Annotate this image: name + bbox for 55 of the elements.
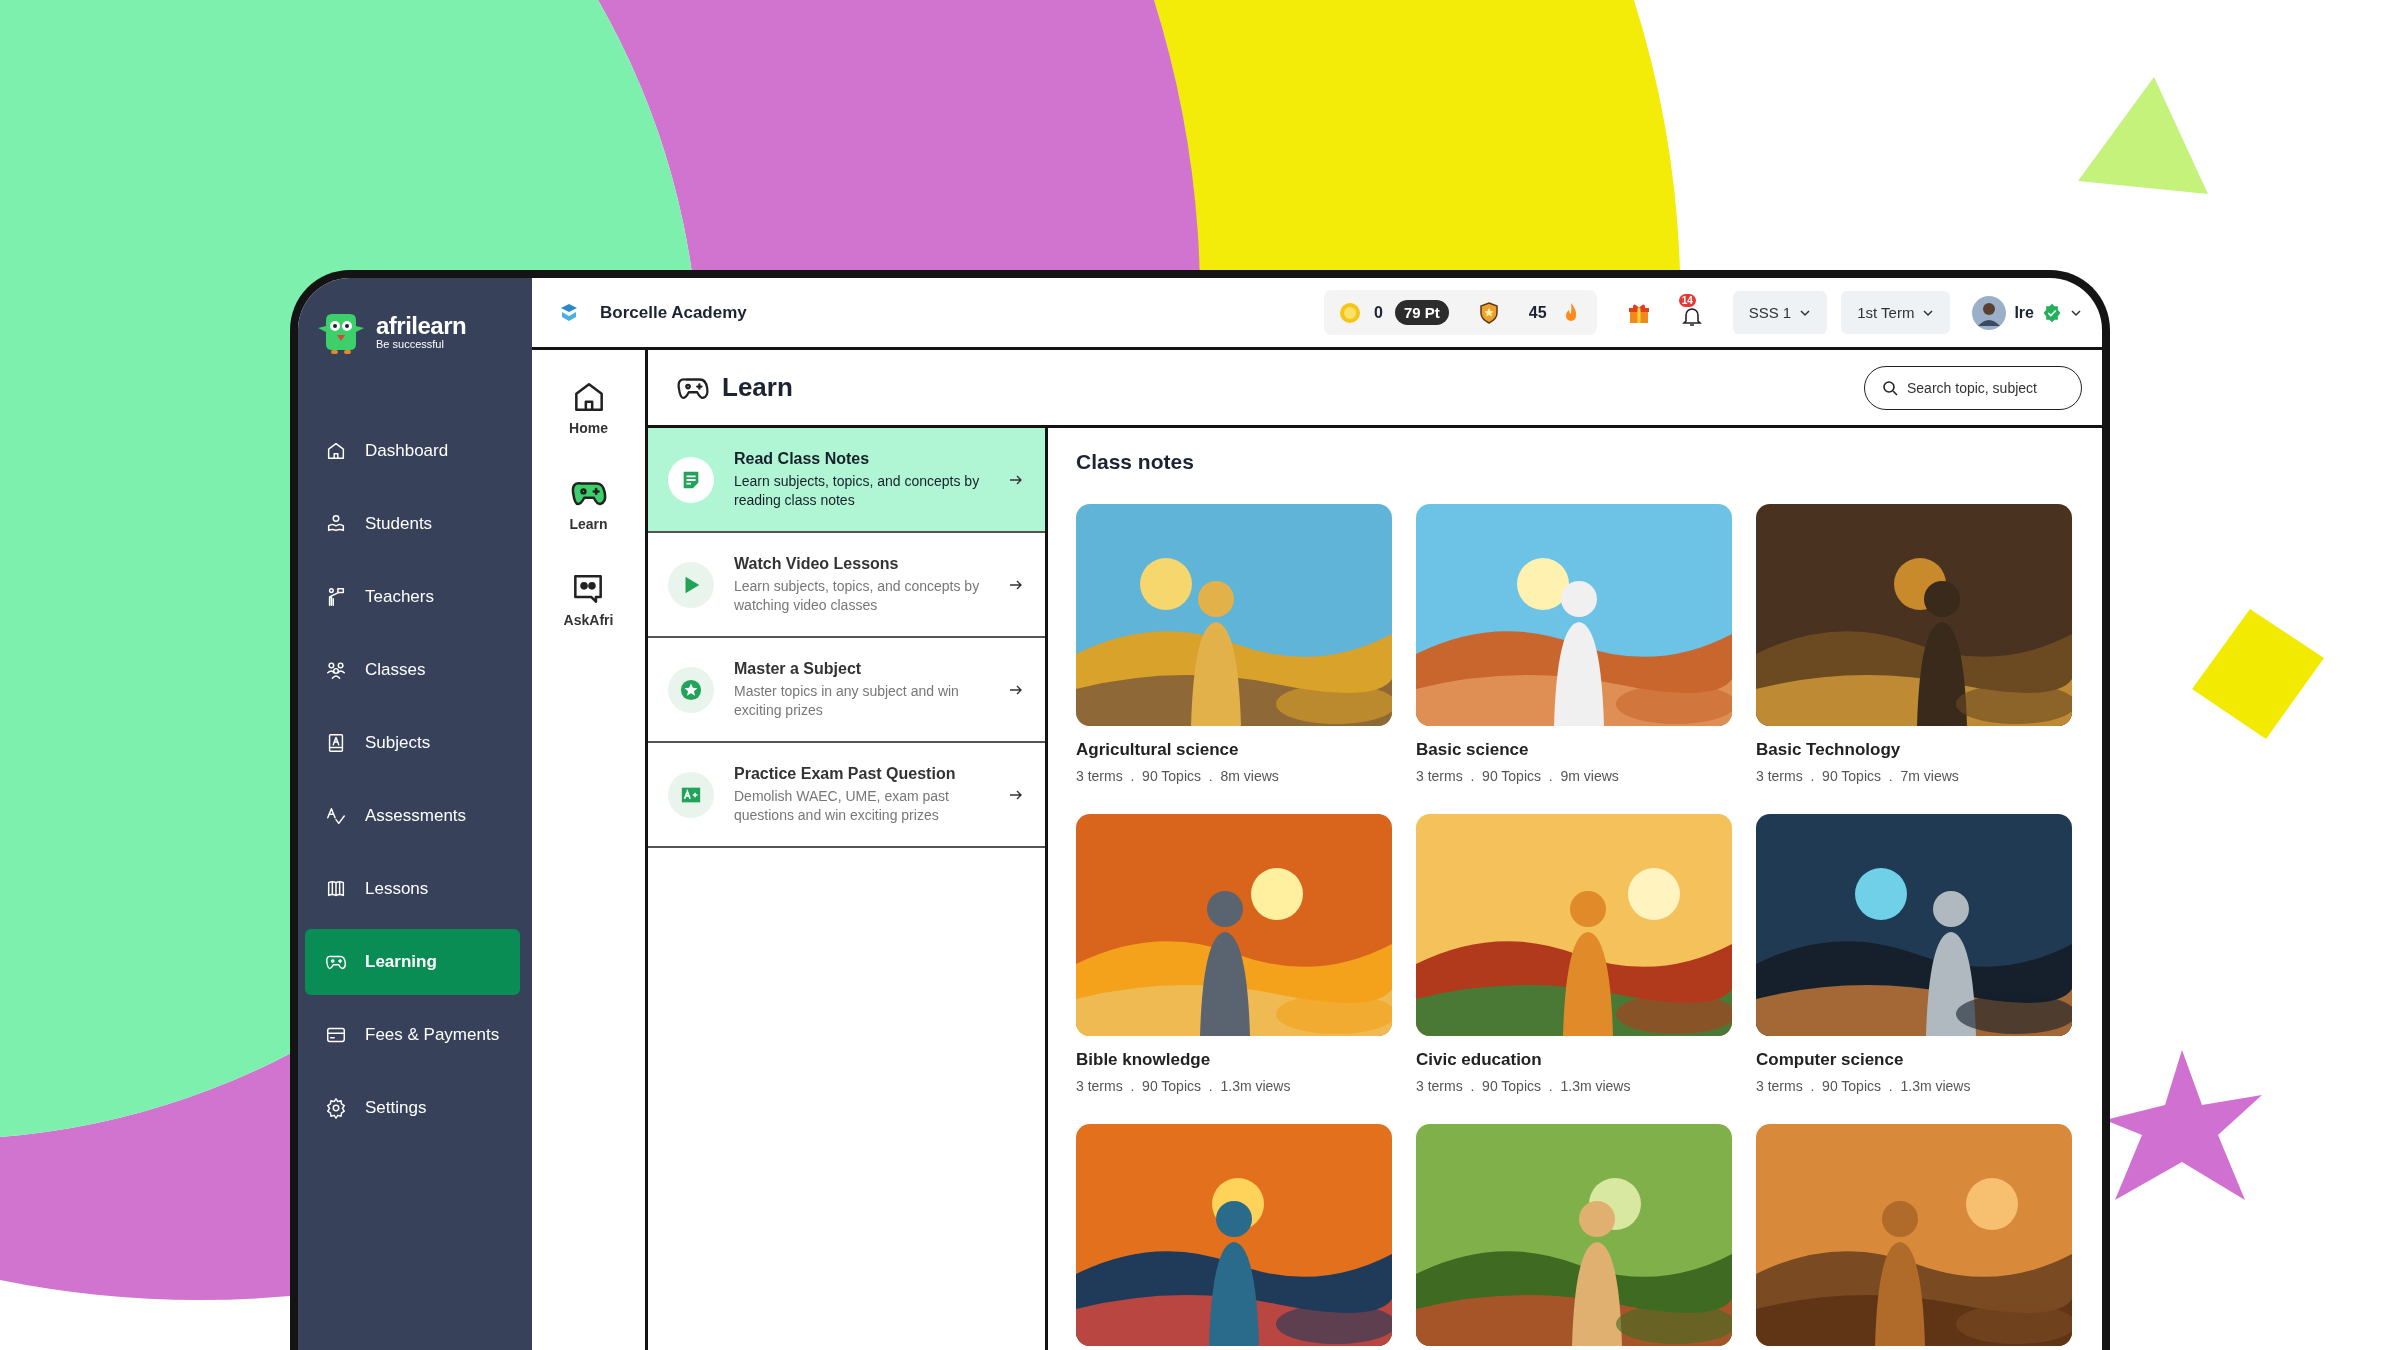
sidebar-item[interactable]: Students xyxy=(305,491,520,557)
coin-icon xyxy=(1338,300,1363,325)
menu-item-title: Read Class Notes xyxy=(734,449,871,468)
card-title[interactable]: Bible knowledge xyxy=(1076,1050,1392,1070)
rail-item[interactable]: AskAfri xyxy=(563,570,614,628)
card-title[interactable]: Civic education xyxy=(1416,1050,1732,1070)
page-title: Learn xyxy=(722,372,794,403)
card-title[interactable]: Basic science xyxy=(1416,740,1732,760)
sidebar-item[interactable]: Teachers xyxy=(305,564,520,630)
term-dropdown[interactable]: 1st Term xyxy=(1841,291,1951,334)
card-title[interactable]: Computer science xyxy=(1756,1050,2072,1070)
card-meta: 3 terms . 90 Topics . 1.3m views xyxy=(1076,1078,1292,1094)
menu-item-title: Practice Exam Past Question xyxy=(734,764,957,783)
user-name: Ire xyxy=(2014,303,2034,322)
class-dropdown[interactable]: SSS 1 xyxy=(1732,291,1828,334)
card-meta: 3 terms . 90 Topics . 1.3m views xyxy=(1416,1078,1632,1094)
card-meta: 3 terms . 90 Topics . 1.3m views xyxy=(1756,1078,1972,1094)
brand-name: afrilearn xyxy=(376,314,467,339)
menu-item-description: Master topics in any subject and win exciting prizes xyxy=(734,681,960,720)
sidebar-item[interactable]: Subjects xyxy=(305,710,520,776)
menu-item-title: Watch Video Lessons xyxy=(734,554,900,573)
sidebar-item[interactable]: Classes xyxy=(305,637,520,703)
menu-item-title: Master a Subject xyxy=(734,659,863,678)
card-title[interactable]: Basic Technology xyxy=(1756,740,2072,760)
sidebar-item[interactable]: Learning xyxy=(305,929,520,995)
sidebar-item[interactable]: Settings xyxy=(305,1075,520,1141)
streak-count: 45 xyxy=(1528,303,1547,322)
notification-badge: 14 xyxy=(1678,293,1696,307)
search-icon xyxy=(1882,379,1898,396)
card-title[interactable]: Agricultural science xyxy=(1076,740,1392,760)
menu-item[interactable]: Read Class Notes Learn subjects, topics, and concepts by reading class notes xyxy=(648,428,1045,533)
home-icon xyxy=(325,440,347,462)
sidebar-item[interactable]: Dashboard xyxy=(305,418,520,484)
rail-item[interactable]: Home xyxy=(569,378,608,436)
brand-tagline: Be successful xyxy=(376,338,445,352)
coin-count: 0 xyxy=(1374,303,1383,322)
card-meta: 3 terms . 90 Topics . 7m views xyxy=(1756,768,1960,784)
section-title: Class notes xyxy=(1076,450,1195,474)
avatar-icon[interactable] xyxy=(1972,295,2007,330)
menu-item-description: Learn subjects, topics, and concepts by watching video classes xyxy=(734,576,981,615)
rail-item[interactable]: Learn xyxy=(569,474,608,532)
search-field[interactable]: Search topic, subject xyxy=(1864,365,2082,410)
sidebar-item[interactable]: Lessons xyxy=(305,856,520,922)
menu-item-description: Demolish WAEC, UME, exam past questions and win exciting prizes xyxy=(734,786,950,825)
points-pill: 79 Pt xyxy=(1395,300,1449,325)
gear-icon xyxy=(325,1097,347,1119)
assess-icon xyxy=(325,805,347,827)
group-icon xyxy=(325,659,347,681)
card-meta: 3 terms . 90 Topics . 9m views xyxy=(1416,768,1620,784)
card-meta: 3 terms . 90 Topics . 8m views xyxy=(1076,768,1280,784)
verified-icon xyxy=(2042,302,2062,323)
menu-item-description: Learn subjects, topics, and concepts by reading class notes xyxy=(734,471,981,510)
school-name: Borcelle Academy xyxy=(600,302,747,323)
sidebar-item[interactable]: Assessments xyxy=(305,783,520,849)
sidebar-item[interactable]: Fees & Payments xyxy=(305,1002,520,1068)
